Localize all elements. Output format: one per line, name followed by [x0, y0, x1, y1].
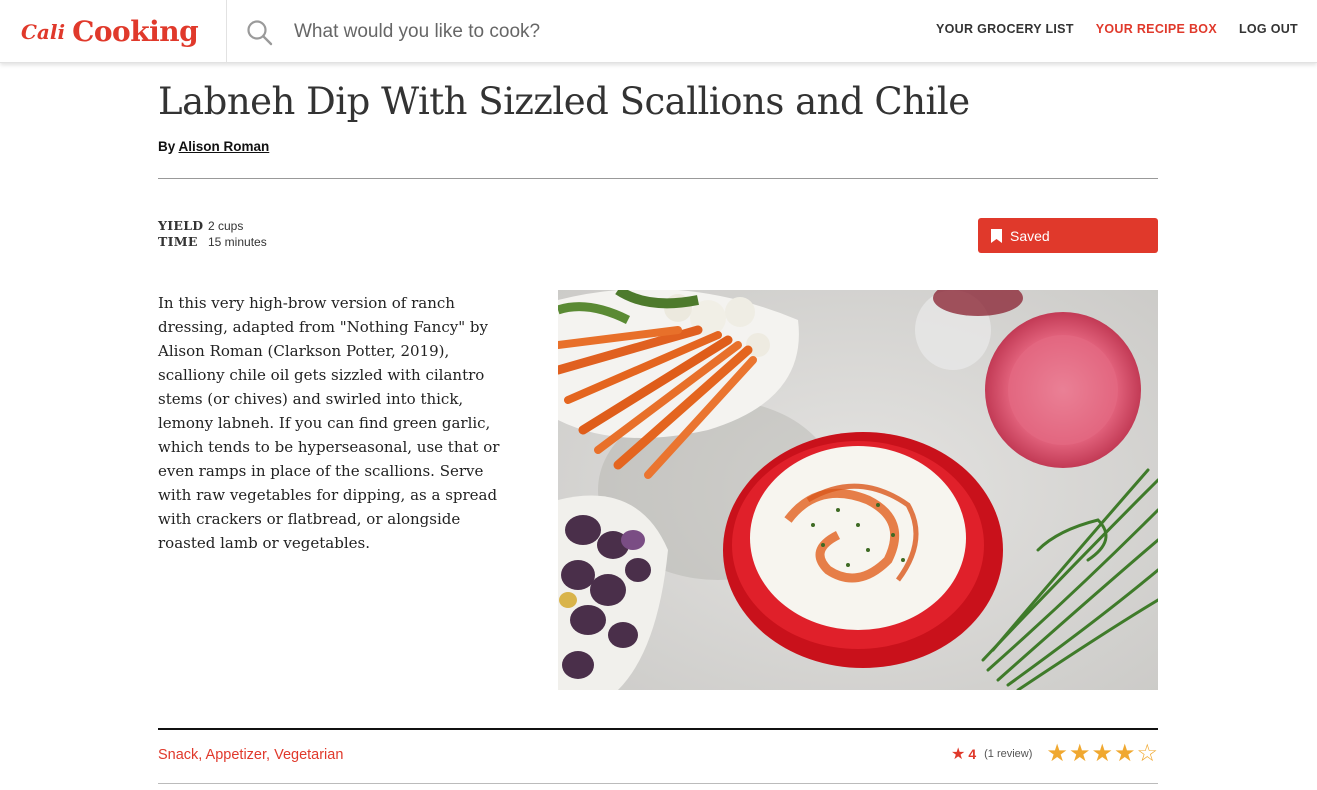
recipe-title: Labneh Dip With Sizzled Scallions and Ch… — [158, 80, 970, 123]
saved-button[interactable]: Saved — [978, 218, 1158, 253]
saved-label: Saved — [1010, 227, 1050, 244]
byline: By Alison Roman — [158, 139, 269, 154]
nav-log-out[interactable]: LOG OUT — [1239, 22, 1298, 36]
nav-recipe-box[interactable]: YOUR RECIPE BOX — [1096, 22, 1217, 36]
top-bar: Cali Cooking YOUR GROCERY LIST YOUR RECI… — [0, 0, 1317, 63]
search-icon[interactable] — [246, 19, 274, 47]
rating-summary: ★ 4 (1 review) ★ ★ ★ ★ ☆ — [951, 742, 1158, 766]
logo-name: Cooking — [72, 15, 199, 48]
star-icon[interactable]: ★ — [1069, 742, 1091, 766]
nav-grocery-list[interactable]: YOUR GROCERY LIST — [936, 22, 1074, 36]
rating-value: 4 — [968, 746, 977, 762]
author-link[interactable]: Alison Roman — [179, 139, 270, 154]
time-label: TIME — [158, 234, 198, 249]
recipe-photo — [558, 290, 1158, 690]
site-logo[interactable]: Cali Cooking — [0, 0, 227, 63]
account-nav: YOUR GROCERY LIST YOUR RECIPE BOX LOG OU… — [936, 22, 1298, 36]
search-input[interactable] — [294, 16, 854, 48]
logo-prefix: Cali — [21, 19, 66, 44]
star-empty-icon[interactable]: ☆ — [1136, 742, 1158, 766]
recipe-tags[interactable]: Snack, Appetizer, Vegetarian — [158, 747, 343, 763]
time-row: TIME 15 minutes — [158, 234, 267, 250]
star-icon[interactable]: ★ — [1091, 742, 1113, 766]
yield-value: 2 cups — [208, 219, 244, 233]
footer-divider — [158, 783, 1158, 784]
star-icon[interactable]: ★ — [1046, 742, 1068, 766]
yield-row: YIELD 2 cups — [158, 218, 267, 234]
star-icon[interactable]: ★ — [1114, 742, 1136, 766]
bookmark-icon — [991, 228, 1002, 243]
yield-label: YIELD — [158, 218, 204, 233]
recipe-meta: YIELD 2 cups TIME 15 minutes — [158, 218, 267, 250]
byline-prefix: By — [158, 139, 176, 154]
meta-divider — [158, 728, 1158, 730]
rating-star-icon: ★ — [950, 746, 966, 763]
title-divider — [158, 178, 1158, 179]
time-value: 15 minutes — [208, 235, 267, 249]
star-rating[interactable]: ★ ★ ★ ★ ☆ — [1046, 742, 1158, 766]
review-count[interactable]: (1 review) — [984, 748, 1032, 760]
recipe-description: In this very high-brow version of ranch … — [158, 294, 500, 552]
